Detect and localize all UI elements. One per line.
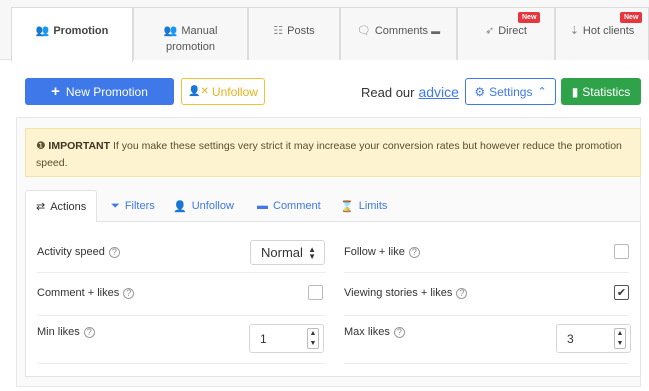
hot-icon: ⇣ — [569, 25, 579, 37]
new-promotion-button[interactable]: + New Promotion — [25, 78, 174, 105]
chevron-up-icon: ⌃ — [537, 86, 547, 98]
tab-actions[interactable]: ⇄ Actions — [25, 190, 98, 223]
advice-link[interactable]: advice — [418, 84, 458, 100]
label-text: Follow + like — [344, 246, 405, 258]
comment-icon: ▬ — [257, 200, 268, 212]
min-likes-label: Min likes? — [37, 310, 95, 354]
new-badge: New — [518, 12, 541, 23]
tab-direct[interactable]: New ➶ Direct — [457, 7, 555, 60]
stepper[interactable]: ▲ ▼ — [307, 328, 319, 349]
filter-icon: ⏷ — [111, 199, 120, 212]
hourglass-icon: ⌛ — [340, 200, 354, 213]
comment-icon: 🗨 — [356, 25, 371, 37]
chevron-up-icon[interactable]: ▲ — [310, 330, 317, 337]
help-icon[interactable]: ? — [108, 246, 120, 258]
users-icon: 👥 — [35, 25, 50, 37]
tab-limits[interactable]: ⌛ Limits — [330, 190, 397, 222]
new-promotion-label: New Promotion — [65, 84, 148, 99]
tab-label: Promotion — [53, 25, 109, 37]
tab-promotion[interactable]: 👥 Promotion — [11, 7, 133, 62]
select-value: Normal — [261, 245, 303, 260]
tab-label: Direct — [498, 25, 527, 37]
min-likes-input[interactable]: 1 ▲ ▼ — [249, 324, 324, 353]
tab-unfollow[interactable]: 👤 Unfollow — [163, 190, 244, 222]
comment-likes-label: Comment + likes? — [37, 271, 135, 315]
paper-plane-icon: ➶ — [485, 25, 495, 37]
chevron-down-icon[interactable]: ▼ — [617, 340, 624, 347]
sub-tab-label: Comment — [273, 200, 321, 212]
follow-like-checkbox[interactable] — [614, 244, 629, 259]
tab-hot-clients[interactable]: New ⇣ Hot clients — [555, 7, 649, 60]
input-value: 1 — [260, 331, 267, 346]
statistics-button[interactable]: ▮ Statistics — [561, 78, 641, 105]
tab-comments[interactable]: 🗨 Comments ▬ — [340, 7, 457, 60]
tab-label: Posts — [287, 25, 315, 37]
tab-comment[interactable]: ▬ Comment — [247, 190, 331, 222]
plus-icon: + — [51, 83, 60, 100]
user-x-icon: 👤✕ — [188, 86, 209, 97]
help-icon[interactable]: ? — [456, 287, 468, 299]
checkmark-icon: ✔ — [616, 287, 627, 299]
comment-likes-checkbox[interactable] — [308, 285, 323, 300]
help-icon[interactable]: ? — [393, 326, 405, 338]
tab-label: Hot clients — [582, 25, 635, 37]
help-icon[interactable]: ? — [123, 287, 135, 299]
unfollow-label: Unfollow — [211, 84, 258, 99]
settings-button[interactable]: ⚙ Settings ⌃ — [465, 78, 556, 105]
top-tab-bar: 👥 Promotion 👥 Manual promotion ☷ Posts 🗨 Com… — [0, 0, 649, 62]
viewing-stories-label: Viewing stories + likes? — [344, 271, 468, 315]
label-text: Viewing stories + likes — [344, 287, 453, 299]
tab-manual-promotion[interactable]: 👥 Manual promotion — [133, 7, 248, 60]
max-likes-label: Max likes? — [344, 310, 405, 354]
gear-icon: ⚙ — [474, 84, 486, 99]
label-text: Activity speed — [37, 246, 105, 258]
tab-label: Comments — [374, 25, 429, 37]
important-notice: ❶ IMPORTANT If you make these settings ve… — [25, 128, 641, 177]
unfollow-button[interactable]: 👤✕ Unfollow — [181, 78, 265, 105]
tab-filters[interactable]: ⏷ Filters — [101, 190, 165, 222]
users-icon: 👥 — [163, 25, 178, 37]
input-value: 3 — [567, 331, 574, 346]
updown-arrow-icon: ▲ ▼ — [308, 244, 316, 261]
stepper[interactable]: ▲ ▼ — [614, 328, 626, 349]
read-advice-text: Read our advice — [361, 84, 459, 100]
label-text: Min likes — [37, 326, 80, 338]
viewing-stories-checkbox[interactable]: ✔ — [614, 285, 629, 300]
sub-tab-label: Filters — [124, 200, 155, 212]
settings-label: Settings — [489, 84, 533, 99]
activity-speed-label: Activity speed? — [37, 230, 120, 274]
sub-tab-label: Limits — [358, 200, 388, 212]
max-likes-input[interactable]: 3 ▲ ▼ — [556, 324, 631, 353]
grid-icon: ☷ — [273, 25, 284, 37]
help-icon[interactable]: ? — [83, 326, 95, 338]
notice-strong: IMPORTANT — [48, 140, 111, 152]
info-icon: ❶ — [36, 140, 46, 152]
user-x-icon: 👤 — [173, 200, 187, 213]
help-icon[interactable]: ? — [408, 246, 420, 258]
sub-tab-label: Actions — [50, 200, 87, 213]
activity-speed-select[interactable]: Normal ▲ ▼ — [250, 240, 325, 265]
sub-tab-label: Unfollow — [191, 200, 234, 212]
tab-posts[interactable]: ☷ Posts — [248, 7, 340, 60]
follow-like-label: Follow + like? — [344, 230, 420, 274]
notice-text: If you make these settings very strict i… — [36, 140, 622, 169]
settings-tab-bar: ⇄ Actions ⏷ Filters 👤 Unfollow ▬ Comment ⌛ Li… — [25, 190, 641, 223]
new-badge: New — [620, 12, 643, 23]
read-advice-prefix: Read our — [361, 85, 415, 100]
divider — [344, 363, 629, 364]
divider — [37, 363, 326, 364]
bar-chart-icon: ▮ — [571, 84, 579, 99]
exchange-icon: ⇄ — [36, 201, 46, 213]
chevron-down-icon[interactable]: ▼ — [310, 340, 317, 347]
label-text: Comment + likes — [37, 287, 120, 299]
statistics-label: Statistics — [582, 84, 631, 99]
chevron-up-icon[interactable]: ▲ — [617, 330, 624, 337]
label-text: Max likes — [344, 326, 390, 338]
